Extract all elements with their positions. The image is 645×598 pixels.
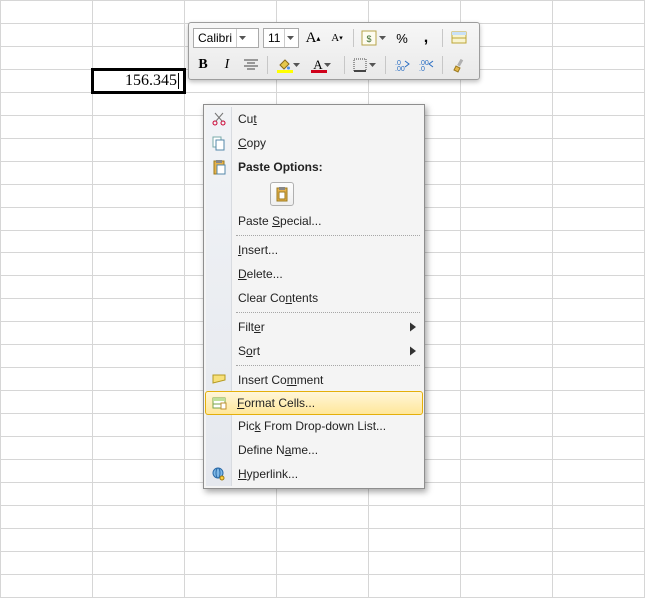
format-painter-button[interactable]	[449, 28, 469, 48]
bold-button[interactable]: B	[193, 55, 213, 75]
paste-default-button[interactable]	[270, 182, 294, 206]
cell-value: 156.345	[125, 72, 177, 89]
accounting-format-button[interactable]: $	[360, 28, 388, 48]
decrease-font-button[interactable]: A▾	[327, 28, 347, 48]
comment-icon	[211, 372, 227, 388]
active-cell[interactable]: 156.345	[93, 69, 185, 92]
submenu-arrow-icon	[410, 323, 416, 332]
separator	[267, 56, 268, 74]
menu-copy[interactable]: Copy	[206, 131, 422, 155]
font-name-combo[interactable]: Calibri	[193, 28, 259, 48]
svg-text:.0: .0	[419, 66, 425, 72]
italic-button[interactable]: I	[217, 55, 237, 75]
menu-sort[interactable]: Sort	[206, 339, 422, 363]
separator	[236, 365, 420, 366]
increase-decimal-icon: .0 .00	[394, 58, 410, 72]
chevron-down-icon[interactable]	[367, 63, 377, 67]
format-painter-brush-button[interactable]	[449, 55, 469, 75]
brush-icon	[451, 57, 467, 73]
separator	[344, 56, 345, 74]
menu-filter[interactable]: Filter	[206, 315, 422, 339]
decrease-decimal-icon: .00 .0	[418, 58, 434, 72]
borders-icon	[353, 58, 367, 72]
svg-text:$: $	[366, 34, 371, 44]
menu-insert[interactable]: Insert...	[206, 238, 422, 262]
increase-decimal-button[interactable]: .0 .00	[392, 55, 412, 75]
copy-icon	[211, 135, 227, 151]
separator	[353, 29, 354, 47]
menu-pick-from-list[interactable]: Pick From Drop-down List...	[206, 414, 422, 438]
separator	[442, 56, 443, 74]
chevron-down-icon[interactable]	[291, 63, 301, 67]
decrease-decimal-button[interactable]: .00 .0	[416, 55, 436, 75]
menu-cut[interactable]: Cut	[206, 107, 422, 131]
menu-hyperlink[interactable]: Hyperlink...	[206, 462, 422, 486]
separator	[236, 312, 420, 313]
font-name-value: Calibri	[194, 31, 236, 45]
paste-icon	[211, 159, 227, 175]
scissors-icon	[211, 111, 227, 127]
submenu-arrow-icon	[410, 347, 416, 356]
menu-paste-special[interactable]: Paste Special...	[206, 209, 422, 233]
font-size-combo[interactable]: 11	[263, 28, 299, 48]
comma-icon: ,	[424, 29, 428, 47]
borders-button[interactable]	[351, 55, 379, 75]
chevron-down-icon[interactable]	[236, 29, 248, 47]
menu-paste-options-row	[206, 179, 422, 209]
menu-insert-comment[interactable]: Insert Comment	[206, 368, 422, 392]
format-cells-icon	[211, 395, 227, 411]
menu-define-name[interactable]: Define Name...	[206, 438, 422, 462]
clipboard-icon	[274, 186, 290, 202]
globe-link-icon	[211, 466, 227, 482]
chevron-down-icon[interactable]	[377, 36, 387, 40]
separator	[442, 29, 443, 47]
mini-toolbar: Calibri 11 A▴ A▾ $ % ,	[188, 22, 480, 80]
percent-icon: %	[396, 31, 408, 46]
context-menu: Cut Copy Paste Options: Paste Special...…	[203, 104, 425, 489]
menu-clear-contents[interactable]: Clear Contents	[206, 286, 422, 310]
format-cells-icon	[451, 30, 467, 46]
separator	[236, 235, 420, 236]
fill-color-button[interactable]	[274, 55, 304, 75]
chevron-down-icon[interactable]	[323, 63, 333, 67]
menu-format-cells[interactable]: Format Cells...	[205, 391, 423, 415]
svg-text:.00: .00	[395, 66, 405, 72]
menu-paste-options-header: Paste Options:	[206, 155, 422, 179]
separator	[385, 56, 386, 74]
align-center-icon	[244, 59, 258, 71]
font-color-button[interactable]: A	[308, 55, 338, 75]
increase-font-button[interactable]: A▴	[303, 28, 323, 48]
thousands-format-button[interactable]: ,	[416, 28, 436, 48]
chevron-down-icon[interactable]	[284, 29, 296, 47]
percent-format-button[interactable]: %	[392, 28, 412, 48]
accounting-icon: $	[361, 30, 377, 46]
menu-delete[interactable]: Delete...	[206, 262, 422, 286]
align-center-button[interactable]	[241, 55, 261, 75]
font-size-value: 11	[264, 31, 284, 45]
text-caret	[178, 73, 179, 89]
